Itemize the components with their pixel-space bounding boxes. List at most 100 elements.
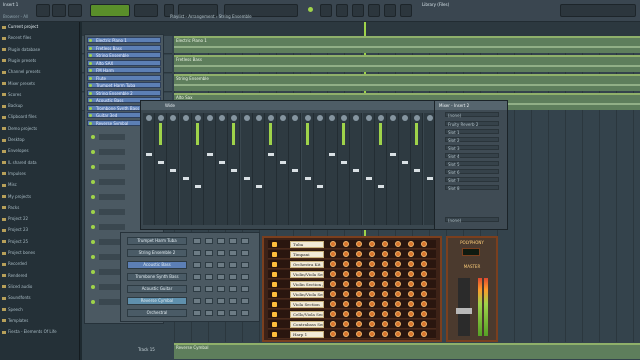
volume-fader[interactable] [182, 177, 189, 180]
channel-led[interactable] [89, 76, 92, 80]
channel-button[interactable]: Fretless Bass [87, 44, 161, 51]
instrument-knob[interactable] [330, 311, 336, 317]
sampler-step-button[interactable] [205, 310, 213, 316]
pan-knob[interactable] [377, 115, 384, 121]
pan-knob[interactable] [390, 115, 396, 121]
mixer-strip[interactable] [411, 113, 424, 225]
browser-item[interactable]: Project 23 [2, 227, 78, 233]
sampler-step-button[interactable] [229, 298, 237, 304]
instrument-row[interactable]: Violin/Viola Section [268, 290, 436, 299]
instrument-led[interactable] [272, 312, 277, 317]
instrument-knob[interactable] [395, 241, 401, 247]
sampler-step-button[interactable] [229, 262, 237, 268]
browser-item[interactable]: Speech [2, 307, 78, 313]
instrument-knob[interactable] [408, 251, 414, 257]
instrument-knob[interactable] [408, 271, 414, 277]
pan-knob[interactable] [329, 115, 335, 121]
instrument-knob[interactable] [421, 261, 427, 267]
volume-fader[interactable] [341, 161, 348, 164]
mixer-strip[interactable] [313, 113, 326, 225]
sampler-step-button[interactable] [241, 298, 249, 304]
instrument-led[interactable] [272, 272, 277, 277]
instrument-knob[interactable] [356, 261, 362, 267]
sampler-step-button[interactable] [217, 298, 225, 304]
insert-slot[interactable]: Fruity Reverb 2 [445, 121, 499, 127]
channel-button[interactable]: Electric Piano 1 [87, 37, 161, 43]
channel-mixer-route[interactable] [99, 149, 125, 155]
sampler-step-button[interactable] [205, 262, 213, 268]
sampler-step-button[interactable] [217, 238, 225, 244]
sampler-step-button[interactable] [241, 262, 249, 268]
instrument-knob[interactable] [421, 331, 427, 337]
channel-step-led[interactable] [91, 270, 95, 274]
browser-item[interactable]: Fiesta - Elements Of Life [2, 329, 78, 335]
instrument-led[interactable] [272, 332, 277, 337]
volume-fader[interactable] [402, 161, 409, 164]
mixer-strip[interactable] [350, 113, 363, 225]
pan-knob[interactable] [170, 115, 177, 121]
sampler-step-button[interactable] [205, 298, 213, 304]
instrument-knob[interactable] [382, 301, 388, 307]
sampler-step-button[interactable] [241, 286, 249, 292]
instrument-knob[interactable] [369, 281, 375, 287]
sampler-step-button[interactable] [241, 250, 249, 256]
instrument-knob[interactable] [343, 241, 349, 247]
instrument-knob[interactable] [408, 291, 414, 297]
channel-step-led[interactable] [91, 240, 95, 244]
browser-item[interactable]: Sliced audio [2, 284, 78, 290]
browser-item[interactable]: Project 25 [2, 239, 78, 245]
pan-knob[interactable] [146, 115, 152, 121]
tool-button-4[interactable] [368, 4, 380, 17]
pan-knob[interactable] [268, 115, 274, 121]
sampler-step-button[interactable] [241, 310, 249, 316]
instrument-knob[interactable] [330, 301, 336, 307]
instrument-knob[interactable] [395, 251, 401, 257]
instrument-knob[interactable] [343, 301, 349, 307]
instrument-knob[interactable] [356, 241, 362, 247]
browser-item[interactable]: Project bones [2, 250, 78, 256]
channel-led[interactable] [89, 39, 92, 42]
sampler-step-button[interactable] [217, 262, 225, 268]
instrument-knob[interactable] [369, 321, 375, 327]
sampler-step-button[interactable] [193, 238, 201, 244]
volume-fader[interactable] [304, 177, 311, 180]
sampler-channel[interactable]: Acoustic Guitar [127, 285, 187, 293]
sampler-step-button[interactable] [229, 250, 237, 256]
browser-item[interactable]: Templates [2, 318, 78, 324]
instrument-knob[interactable] [330, 291, 336, 297]
browser-item[interactable]: Scores [2, 92, 78, 98]
channel-step-led[interactable] [91, 210, 95, 214]
instrument-knob[interactable] [369, 301, 375, 307]
instrument-knob[interactable] [343, 251, 349, 257]
tool-button-6[interactable] [400, 4, 412, 17]
play-button[interactable] [36, 4, 50, 17]
pan-knob[interactable] [426, 115, 433, 121]
tool-button-1[interactable] [320, 4, 332, 17]
browser-item[interactable]: Misc [2, 182, 78, 188]
channel-button[interactable]: FM Harm [87, 67, 161, 73]
browser-item[interactable]: Channel presets [2, 69, 78, 75]
volume-fader[interactable] [194, 185, 201, 188]
mixer-strip[interactable] [301, 113, 314, 225]
instrument-knob[interactable] [408, 301, 414, 307]
instrument-knob[interactable] [356, 271, 362, 277]
instrument-knob[interactable] [369, 331, 375, 337]
mixer-strip[interactable] [240, 113, 253, 225]
mixer-strip[interactable] [387, 113, 399, 225]
instrument-knob[interactable] [343, 261, 349, 267]
channel-button[interactable]: String Ensemble [87, 52, 161, 58]
mixer-strip[interactable] [252, 113, 265, 225]
mixer-strip[interactable] [191, 113, 204, 225]
insert-input-slot[interactable]: (none) [445, 112, 499, 118]
pattern-selector[interactable] [134, 4, 158, 17]
bottom-clip[interactable]: Reverse Cymbal [174, 343, 640, 359]
sampler-step-button[interactable] [193, 250, 201, 256]
browser-item[interactable]: Rendered [2, 273, 78, 279]
insert-slot[interactable]: Slot 4 [445, 153, 499, 159]
channel-step-led[interactable] [91, 150, 95, 154]
instrument-led[interactable] [272, 302, 277, 307]
browser-item[interactable]: My projects [2, 194, 78, 200]
instrument-knob[interactable] [356, 251, 362, 257]
insert-slot[interactable]: Slot 5 [445, 161, 499, 167]
volume-fader[interactable] [292, 169, 299, 172]
